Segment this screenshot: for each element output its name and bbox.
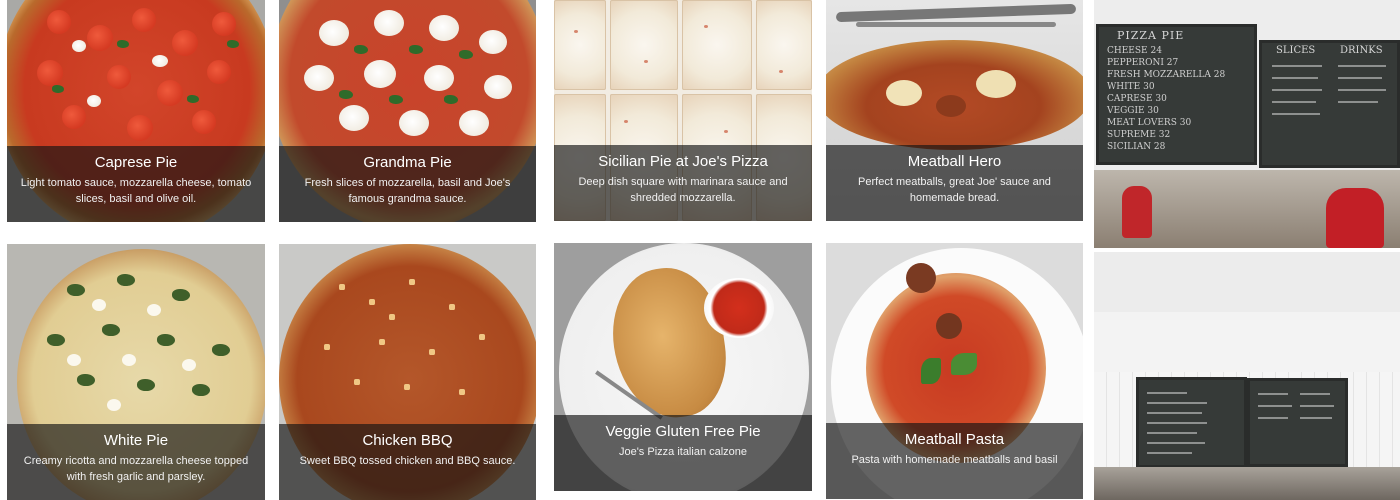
card-description: Joe's Pizza italian calzone — [618, 446, 748, 458]
card-title: Meatball Pasta — [904, 431, 1005, 448]
chalkboard-pizza-pie-small — [1136, 377, 1247, 468]
caption: Veggie Gluten Free Pie Joe's Pizza itali… — [554, 415, 812, 491]
chalkboard-pie-item: WHITE 30 — [1107, 82, 1155, 92]
caption: White Pie Creamy ricotta and mozzarella … — [7, 424, 265, 500]
menu-card-grandma-pie[interactable]: Grandma Pie Fresh slices of mozzarella, … — [279, 0, 536, 222]
menu-board-photo[interactable]: PIZZA PIE CHEESE 24 PEPPERONI 27 FRESH MOZ… — [1094, 0, 1400, 248]
chalkboard-pizza-pie: PIZZA PIE CHEESE 24 PEPPERONI 27 FRESH MOZ… — [1096, 24, 1257, 165]
card-description: Deep dish square with marinara sauce and… — [578, 176, 788, 204]
chalkboard-pie-item: MEAT LOVERS 30 — [1107, 118, 1192, 128]
card-description: Light tomato sauce, mozzarella cheese, t… — [20, 177, 252, 205]
caption: Sicilian Pie at Joe's Pizza Deep dish sq… — [554, 145, 812, 221]
card-title: Grandma Pie — [363, 154, 452, 171]
caption: Meatball Pasta Pasta with homemade meatb… — [826, 423, 1083, 499]
menu-card-chicken-bbq[interactable]: Chicken BBQ Sweet BBQ tossed chicken and… — [279, 244, 536, 500]
staff-member-left — [1122, 186, 1152, 238]
card-description: Sweet BBQ tossed chicken and BBQ sauce. — [299, 455, 516, 467]
card-title: Veggie Gluten Free Pie — [605, 423, 761, 440]
chalkboard-drinks-header: DRINKS — [1340, 45, 1383, 56]
chalkboard-pie-items: CHEESE 24 PEPPERONI 27 FRESH MOZZARELLA 28… — [1107, 45, 1225, 153]
card-description: Creamy ricotta and mozzarella cheese top… — [23, 455, 249, 483]
chalkboard-pie-header: PIZZA PIE — [1117, 29, 1185, 42]
chalkboard-slices-header: SLICES — [1276, 45, 1316, 56]
menu-card-meatball-hero[interactable]: Meatball Hero Perfect meatballs, great J… — [826, 0, 1083, 221]
card-description: Fresh slices of mozzarella, basil and Jo… — [304, 177, 511, 205]
caption: Meatball Hero Perfect meatballs, great J… — [826, 145, 1083, 221]
staff-member-right — [1326, 188, 1384, 248]
menu-card-white-pie[interactable]: White Pie Creamy ricotta and mozzarella … — [7, 244, 265, 500]
chalkboard-slices-small — [1247, 378, 1348, 467]
chalkboard-slices: SLICES DRINKS — [1259, 40, 1400, 168]
caption: Chicken BBQ Sweet BBQ tossed chicken and… — [279, 424, 536, 500]
chalkboard-pie-item: SICILIAN 28 — [1107, 142, 1166, 152]
menu-card-sicilian-pie[interactable]: Sicilian Pie at Joe's Pizza Deep dish sq… — [554, 0, 812, 221]
menu-card-meatball-pasta[interactable]: Meatball Pasta Pasta with homemade meatb… — [826, 243, 1083, 499]
card-description: Perfect meatballs, great Joe' sauce and … — [858, 176, 1051, 204]
card-title: White Pie — [103, 432, 169, 449]
chalkboard-pie-item: VEGGIE 30 — [1107, 106, 1159, 116]
card-title: Chicken BBQ — [362, 432, 453, 449]
chalkboard-pie-item: PEPPERONI 27 — [1107, 58, 1179, 68]
storefront-photo[interactable] — [1094, 252, 1400, 500]
caption: Caprese Pie Light tomato sauce, mozzarel… — [7, 146, 265, 222]
chalkboard-pie-item: FRESH MOZZARELLA 28 — [1107, 70, 1226, 80]
card-description: Pasta with homemade meatballs and basil — [851, 454, 1058, 466]
card-title: Caprese Pie — [94, 154, 178, 171]
menu-card-caprese-pie[interactable]: Caprese Pie Light tomato sauce, mozzarel… — [7, 0, 265, 222]
card-title: Sicilian Pie at Joe's Pizza — [598, 153, 768, 170]
chalkboard-pie-item: CHEESE 24 — [1107, 46, 1162, 56]
chalkboard-pie-item: CAPRESE 30 — [1107, 94, 1167, 104]
caption: Grandma Pie Fresh slices of mozzarella, … — [279, 146, 536, 222]
card-title: Meatball Hero — [907, 153, 1002, 170]
menu-card-veggie-gluten-free-pie[interactable]: Veggie Gluten Free Pie Joe's Pizza itali… — [554, 243, 812, 491]
chalkboard-pie-item: SUPREME 32 — [1107, 130, 1171, 140]
